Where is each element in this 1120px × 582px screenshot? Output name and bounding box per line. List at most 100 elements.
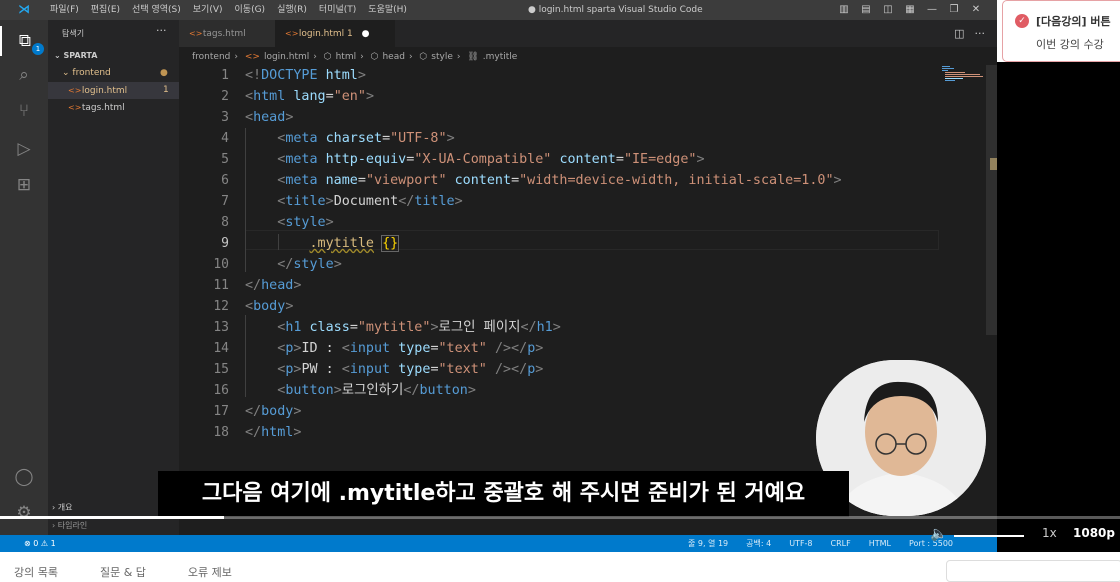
tree-folder-frontend[interactable]: ⌄ frontend ● xyxy=(48,65,179,82)
layout-toggle-icon[interactable]: ▥ xyxy=(833,0,855,20)
tab-tags-html[interactable]: <> tags.html xyxy=(179,20,275,47)
line-number: 13 xyxy=(213,320,229,335)
line-number-current: 9 xyxy=(221,236,229,251)
search-icon[interactable]: ⌕ xyxy=(0,60,48,90)
html-file-icon: <> xyxy=(189,29,203,38)
more-actions-icon[interactable]: ··· xyxy=(975,20,986,47)
title-bar: ⋊ 파일(F) 편집(E) 선택 영역(S) 보기(V) 이동(G) 실행(R)… xyxy=(0,0,997,20)
unsaved-dot-icon[interactable]: ● xyxy=(362,29,370,39)
panel-toggle-icon[interactable]: ▤ xyxy=(855,0,877,20)
html-file-icon: <> xyxy=(68,103,82,112)
notification-title: [다음강의] 버튼 xyxy=(1036,15,1111,28)
window-controls: ▥ ▤ ◫ ▦ — ❐ ✕ xyxy=(833,0,987,20)
progress-fill xyxy=(0,516,224,519)
playback-speed[interactable]: 1x xyxy=(1042,526,1057,540)
close-icon[interactable]: ✕ xyxy=(965,0,987,20)
tree-file-login[interactable]: <> login.html 1 xyxy=(48,82,179,99)
window-title: ● login.html sparta Visual Studio Code xyxy=(528,5,703,15)
explorer-title: 탐색기 xyxy=(62,29,85,38)
code-line: <title>Document</title> xyxy=(277,194,463,209)
activity-bar: ⧉ 1 ⌕ ⑂ ▷ ⊞ ◯ ⚙ xyxy=(0,20,48,535)
menu-file[interactable]: 파일(F) xyxy=(44,0,85,20)
line-number: 15 xyxy=(213,362,229,377)
line-number: 6 xyxy=(221,173,229,188)
chevron-down-icon: ⌄ xyxy=(54,51,64,60)
restore-icon[interactable]: ❐ xyxy=(943,0,965,20)
code-line: </style> xyxy=(277,257,342,272)
breadcrumb-item[interactable]: frontend xyxy=(192,52,230,62)
outline-section[interactable]: › 개요 xyxy=(52,502,72,513)
chevron-down-icon: ⌄ xyxy=(62,68,73,78)
volume-slider[interactable] xyxy=(954,535,1024,537)
problem-count: 1 xyxy=(163,85,169,95)
menu-run[interactable]: 실행(R) xyxy=(271,0,313,20)
sidebar-toggle-icon[interactable]: ◫ xyxy=(877,0,899,20)
bottom-action-button[interactable] xyxy=(946,560,1120,582)
quality-selector[interactable]: 1080p xyxy=(1073,526,1115,540)
line-number: 7 xyxy=(221,194,229,209)
breadcrumb-item[interactable]: .mytitle xyxy=(483,52,518,62)
check-circle-icon: ✓ xyxy=(1015,14,1029,28)
menu-go[interactable]: 이동(G) xyxy=(229,0,272,20)
explorer-icon[interactable]: ⧉ 1 xyxy=(0,26,48,56)
split-editor-icon[interactable]: ◫ xyxy=(954,20,964,47)
code-line: </html> xyxy=(245,425,302,440)
menu-help[interactable]: 도움말(H) xyxy=(362,0,413,20)
code-line: <head> xyxy=(245,110,294,125)
breadcrumb-item[interactable]: head xyxy=(382,52,404,62)
tab-lecture-list[interactable]: 강의 목록 xyxy=(14,564,58,580)
next-lecture-notification[interactable]: ✓ [다음강의] 버튼 이번 강의 수강 xyxy=(1002,0,1120,62)
code-line: <p>ID : <input type="text" /></p> xyxy=(277,341,544,356)
menu-terminal[interactable]: 터미널(T) xyxy=(313,0,362,20)
modified-dot-icon: ● xyxy=(160,68,168,78)
editor-tabs: <> tags.html <> login.html 1 ● ◫ ··· xyxy=(179,20,997,47)
code-line: <body> xyxy=(245,299,294,314)
code-line: <meta http-equiv="X-UA-Compatible" conte… xyxy=(277,152,705,167)
menu-bar: 파일(F) 편집(E) 선택 영역(S) 보기(V) 이동(G) 실행(R) 터… xyxy=(44,0,413,20)
notification-body: 이번 강의 수강 xyxy=(1036,38,1104,51)
video-subtitle: 그다음 여기에 .mytitle하고 중괄호 해 주시면 준비가 된 거예요 xyxy=(158,471,849,517)
explorer-badge: 1 xyxy=(32,43,44,55)
code-line: <h1 class="mytitle">로그인 페이지</h1> xyxy=(277,320,561,335)
element-icon: ⬡ xyxy=(323,52,332,62)
code-line: <style> xyxy=(277,215,334,230)
html-file-icon: <> xyxy=(244,52,260,62)
source-control-icon[interactable]: ⑂ xyxy=(0,96,48,126)
video-player-controls: 🔈 1x 1080p xyxy=(0,516,1120,552)
line-number: 8 xyxy=(221,215,229,230)
tab-bug-report[interactable]: 오류 제보 xyxy=(188,564,232,580)
menu-edit[interactable]: 편집(E) xyxy=(85,0,126,20)
code-line: </head> xyxy=(245,278,302,293)
breadcrumb-item[interactable]: html xyxy=(336,52,357,62)
editor-scrollbar[interactable] xyxy=(986,65,997,335)
tab-actions: ◫ ··· xyxy=(954,20,985,47)
grid-layout-icon[interactable]: ▦ xyxy=(899,0,921,20)
line-number: 10 xyxy=(213,257,229,272)
menu-selection[interactable]: 선택 영역(S) xyxy=(126,0,187,20)
code-line-current: .mytitle {} xyxy=(309,235,400,252)
line-number: 12 xyxy=(213,299,229,314)
workspace-folder[interactable]: ⌄ SPARTA xyxy=(54,51,97,60)
line-number: 11 xyxy=(213,278,229,293)
minimize-icon[interactable]: — xyxy=(921,0,943,20)
account-icon[interactable]: ◯ xyxy=(0,462,48,492)
minimap[interactable] xyxy=(942,66,984,86)
tab-login-html[interactable]: <> login.html 1 ● xyxy=(275,20,395,47)
run-debug-icon[interactable]: ▷ xyxy=(0,134,48,164)
line-number: 18 xyxy=(213,425,229,440)
code-line: <p>PW : <input type="text" /></p> xyxy=(277,362,544,377)
volume-icon[interactable]: 🔈 xyxy=(930,526,947,542)
tree-file-tags[interactable]: <> tags.html xyxy=(48,99,179,116)
breadcrumb-item[interactable]: style xyxy=(431,52,453,62)
code-line: </body> xyxy=(245,404,302,419)
breadcrumb: frontend › <> login.html › ⬡ html › ⬡ head › ⬡ s… xyxy=(192,52,518,62)
more-actions-icon[interactable]: ··· xyxy=(156,24,167,37)
extensions-icon[interactable]: ⊞ xyxy=(0,170,48,200)
element-icon: ⬡ xyxy=(419,52,428,62)
line-number: 17 xyxy=(213,404,229,419)
right-black-panel xyxy=(997,62,1120,552)
code-line: <!DOCTYPE html> xyxy=(245,68,366,83)
menu-view[interactable]: 보기(V) xyxy=(187,0,229,20)
tab-qna[interactable]: 질문 & 답 xyxy=(100,564,146,580)
breadcrumb-item[interactable]: login.html xyxy=(264,52,309,62)
